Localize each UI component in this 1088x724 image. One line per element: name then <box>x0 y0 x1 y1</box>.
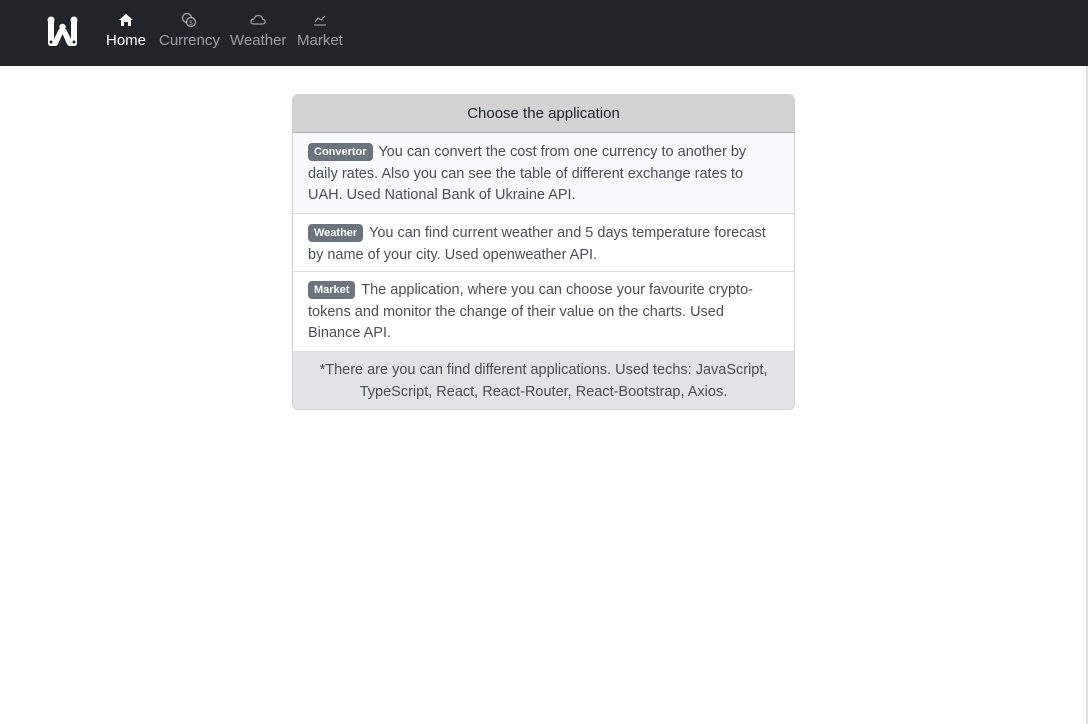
card-footer: *There are you can find different applic… <box>293 352 794 409</box>
nav-weather-link[interactable]: Weather <box>230 12 286 51</box>
list-item-weather: Weather You can find current weather and… <box>293 214 794 272</box>
chart-line-icon <box>313 12 327 28</box>
house-icon <box>118 12 134 28</box>
list-item-market: Market The application, where you can ch… <box>293 272 794 352</box>
nav-home-label: Home <box>106 32 147 49</box>
cloud-icon <box>250 12 266 28</box>
market-description: The application, where you can choose yo… <box>308 282 753 341</box>
svg-text:$: $ <box>189 19 193 27</box>
convertor-description: You can convert the cost from one curren… <box>308 144 747 203</box>
brand-logo-icon[interactable] <box>47 16 78 47</box>
market-badge: Market <box>308 281 356 299</box>
applications-card: Choose the application Convertor You can… <box>292 94 795 410</box>
coins-icon: $ <box>181 12 197 28</box>
top-navbar: Home $ Currency Weather Market <box>0 0 1088 66</box>
nav-market-label: Market <box>297 32 343 49</box>
nav-currency-label: Currency <box>159 32 220 49</box>
nav-home-link[interactable]: Home <box>106 12 146 51</box>
nav-weather-label: Weather <box>230 32 287 49</box>
nav-currency-link[interactable]: $ Currency <box>159 12 220 51</box>
list-item-convertor: Convertor You can convert the cost from … <box>293 133 794 214</box>
weather-badge: Weather <box>308 224 364 242</box>
nav-market-link[interactable]: Market <box>297 12 343 51</box>
card-header: Choose the application <box>293 95 794 133</box>
convertor-badge: Convertor <box>308 143 373 161</box>
weather-description: You can find current weather and 5 days … <box>308 225 766 263</box>
